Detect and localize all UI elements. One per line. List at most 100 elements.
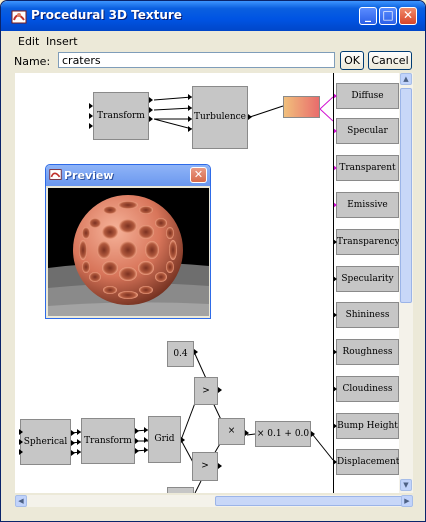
maximize-button[interactable]: □ — [379, 7, 397, 25]
node-greater-2[interactable]: > — [192, 452, 218, 481]
vertical-scrollbar[interactable]: ▲ ▼ — [399, 73, 413, 493]
main-window: Procedural 3D Texture _ □ ✕ Edit Insert … — [0, 0, 426, 522]
output-shininess[interactable]: Shininess — [334, 302, 399, 328]
output-label: Transparency — [337, 237, 399, 247]
output-cloudiness[interactable]: Cloudiness — [334, 376, 399, 402]
node-spherical[interactable]: Spherical — [20, 419, 71, 465]
preview-render — [48, 188, 209, 316]
preview-title-bar[interactable]: Preview ✕ — [46, 165, 210, 186]
node-constant-label: 0.4 — [173, 349, 188, 359]
scroll-left-icon[interactable]: ◀ — [15, 495, 27, 507]
title-bar[interactable]: Procedural 3D Texture _ □ ✕ — [1, 1, 425, 31]
output-displacement[interactable]: Displacement — [334, 449, 399, 475]
port[interactable] — [334, 276, 337, 282]
close-button[interactable]: ✕ — [399, 7, 417, 25]
port[interactable] — [144, 427, 148, 433]
node-greater-1[interactable]: > — [194, 377, 218, 405]
port[interactable] — [311, 431, 315, 437]
port[interactable] — [149, 116, 153, 122]
node-transform-2[interactable]: Transform — [81, 418, 135, 464]
output-label: Transparent — [339, 163, 396, 173]
node-partial[interactable] — [167, 487, 194, 493]
port[interactable] — [188, 94, 192, 100]
menu-edit[interactable]: Edit — [18, 35, 39, 48]
port[interactable] — [71, 450, 75, 456]
port[interactable] — [71, 430, 75, 436]
port[interactable] — [135, 448, 139, 454]
node-greater-1-label: > — [202, 386, 210, 396]
port[interactable] — [334, 93, 337, 99]
port[interactable] — [77, 439, 81, 445]
vertical-scroll-thumb[interactable] — [400, 88, 412, 303]
minimize-button[interactable]: _ — [359, 7, 377, 25]
port[interactable] — [194, 349, 198, 355]
node-turbulence[interactable]: Turbulence — [192, 86, 248, 149]
ok-button[interactable]: OK — [340, 51, 364, 70]
port[interactable] — [71, 440, 75, 446]
scroll-down-icon[interactable]: ▼ — [400, 479, 412, 491]
node-transform-1-label: Transform — [97, 111, 145, 121]
port[interactable] — [218, 463, 222, 469]
port[interactable] — [89, 123, 93, 129]
output-transparent[interactable]: Transparent — [334, 155, 399, 181]
port[interactable] — [19, 429, 23, 435]
port[interactable] — [188, 105, 192, 111]
app-icon — [11, 10, 27, 24]
output-emissive[interactable]: Emissive — [334, 192, 399, 218]
output-roughness[interactable]: Roughness — [334, 339, 399, 365]
output-diffuse[interactable]: Diffuse — [334, 83, 399, 109]
port[interactable] — [334, 459, 337, 465]
node-grid-label: Grid — [154, 434, 175, 444]
port[interactable] — [334, 165, 337, 171]
horizontal-scroll-thumb[interactable] — [215, 496, 405, 506]
port[interactable] — [248, 114, 252, 120]
name-input[interactable] — [58, 52, 335, 68]
output-label: Emissive — [347, 200, 388, 210]
menu-bar: Edit Insert — [4, 32, 422, 50]
node-grid[interactable]: Grid — [148, 416, 181, 463]
port[interactable] — [135, 438, 139, 444]
node-multiply[interactable]: × — [218, 418, 245, 445]
port[interactable] — [77, 449, 81, 455]
port[interactable] — [19, 439, 23, 445]
node-multiply-label: × — [227, 426, 236, 436]
preview-close-button[interactable]: ✕ — [190, 167, 207, 183]
port[interactable] — [334, 423, 337, 429]
output-bump-height[interactable]: Bump Height — [334, 413, 399, 439]
output-specular[interactable]: Specular — [334, 118, 399, 144]
port[interactable] — [334, 128, 337, 134]
port[interactable] — [181, 437, 185, 443]
output-specularity[interactable]: Specularity — [334, 266, 399, 292]
node-transform-1[interactable]: Transform — [93, 92, 149, 140]
port[interactable] — [149, 107, 153, 113]
port[interactable] — [144, 447, 148, 453]
port[interactable] — [135, 428, 139, 434]
port[interactable] — [89, 113, 93, 119]
scroll-up-icon[interactable]: ▲ — [400, 73, 412, 85]
menu-insert[interactable]: Insert — [46, 35, 78, 48]
scroll-right-icon[interactable]: ▶ — [401, 495, 413, 507]
node-linear-transform[interactable]: × 0.1 + 0.0 — [255, 421, 311, 447]
port[interactable] — [334, 312, 337, 318]
port[interactable] — [89, 103, 93, 109]
node-constant[interactable]: 0.4 — [167, 341, 194, 367]
output-transparency[interactable]: Transparency — [334, 229, 399, 255]
port[interactable] — [245, 430, 249, 436]
port[interactable] — [218, 387, 222, 393]
port[interactable] — [188, 116, 192, 122]
port[interactable] — [334, 349, 337, 355]
port[interactable] — [19, 449, 23, 455]
horizontal-scrollbar[interactable]: ◀ ▶ — [15, 495, 413, 507]
node-transform-2-label: Transform — [84, 436, 132, 446]
port[interactable] — [77, 429, 81, 435]
node-linear-transform-label: × 0.1 + 0.0 — [256, 429, 310, 439]
cancel-button[interactable]: Cancel — [368, 51, 412, 70]
port[interactable] — [144, 437, 148, 443]
port[interactable] — [334, 239, 337, 245]
port[interactable] — [334, 386, 337, 392]
preview-window[interactable]: Preview ✕ — [45, 164, 211, 319]
port[interactable] — [334, 202, 337, 208]
port[interactable] — [188, 126, 192, 132]
color-gradient-node[interactable] — [283, 96, 320, 118]
port[interactable] — [149, 97, 153, 103]
